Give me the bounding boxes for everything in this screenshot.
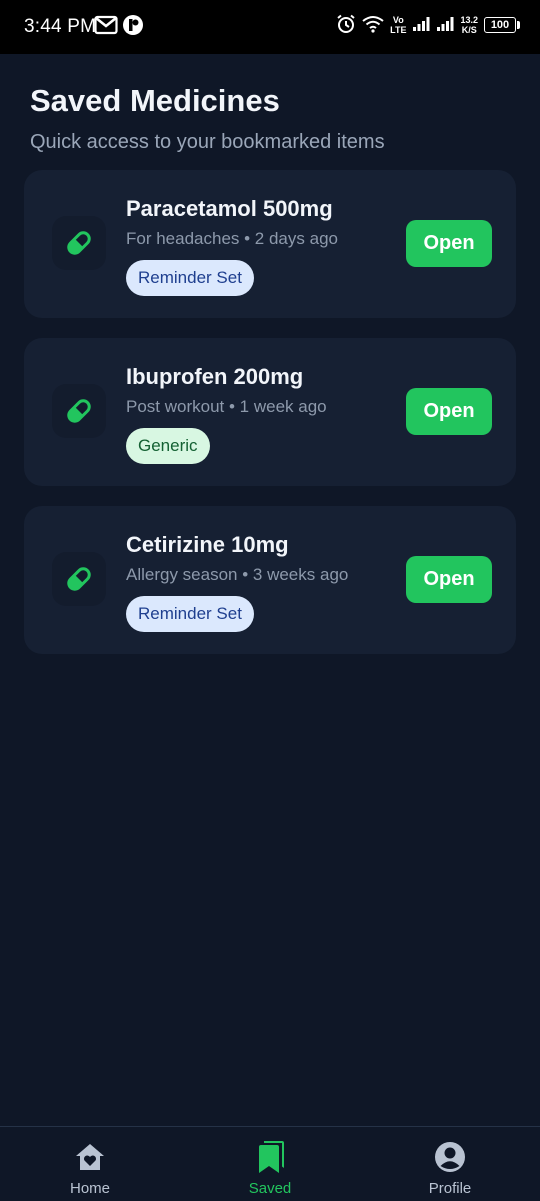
pill-icon (52, 216, 106, 270)
page-title: Saved Medicines (30, 83, 280, 118)
nav-label-saved: Saved (248, 1180, 292, 1197)
saved-medicines-list: Paracetamol 500mg For headaches • 2 days… (24, 170, 516, 674)
gmail-icon (94, 15, 118, 40)
alarm-icon (336, 14, 356, 36)
medicine-card[interactable]: Paracetamol 500mg For headaches • 2 days… (24, 170, 516, 318)
nav-label-home: Home (69, 1180, 110, 1197)
status-system-icons: Vo LTE 13.2 K/S 100 (336, 14, 520, 36)
profile-icon (434, 1141, 466, 1173)
wifi-icon (362, 15, 384, 35)
bottom-nav: Home Saved Profile (0, 1126, 540, 1201)
reminder-badge: Reminder Set (126, 260, 254, 296)
nav-label-profile: Profile (428, 1180, 472, 1197)
medicine-meta: Post workout • 1 week ago (126, 397, 327, 416)
medicine-meta: For headaches • 2 days ago (126, 229, 338, 248)
pill-icon (52, 552, 106, 606)
status-bar: 3:44 PM Vo LTE 13.2 K/S 100 (0, 0, 540, 54)
open-button[interactable]: Open (406, 220, 492, 267)
generic-badge: Generic (126, 428, 210, 464)
signal-icon-sim1 (412, 16, 430, 34)
medicine-name: Ibuprofen 200mg (126, 364, 304, 389)
nav-item-profile[interactable]: Profile (360, 1127, 540, 1201)
pill-icon (52, 384, 106, 438)
nav-item-home[interactable]: Home (0, 1127, 180, 1201)
medicine-name: Cetirizine 10mg (126, 532, 289, 557)
app-notification-icon (122, 14, 144, 41)
open-button[interactable]: Open (406, 556, 492, 603)
medicine-card[interactable]: Ibuprofen 200mg Post workout • 1 week ag… (24, 338, 516, 486)
open-button[interactable]: Open (406, 388, 492, 435)
page-subtitle: Quick access to your bookmarked items (30, 131, 385, 153)
reminder-badge: Reminder Set (126, 596, 254, 632)
bookmark-icon (254, 1141, 286, 1173)
medicine-card[interactable]: Cetirizine 10mg Allergy season • 3 weeks… (24, 506, 516, 654)
status-time: 3:44 PM (24, 16, 97, 37)
network-speed: 13.2 K/S (460, 15, 478, 35)
medicine-meta: Allergy season • 3 weeks ago (126, 565, 349, 584)
battery-indicator: 100 (484, 17, 520, 33)
volte-indicator: Vo LTE (390, 15, 407, 35)
home-icon (74, 1141, 106, 1173)
nav-item-saved[interactable]: Saved (180, 1127, 360, 1201)
signal-icon-sim2 (436, 16, 454, 34)
status-notification-icons (94, 14, 144, 41)
medicine-name: Paracetamol 500mg (126, 196, 333, 221)
